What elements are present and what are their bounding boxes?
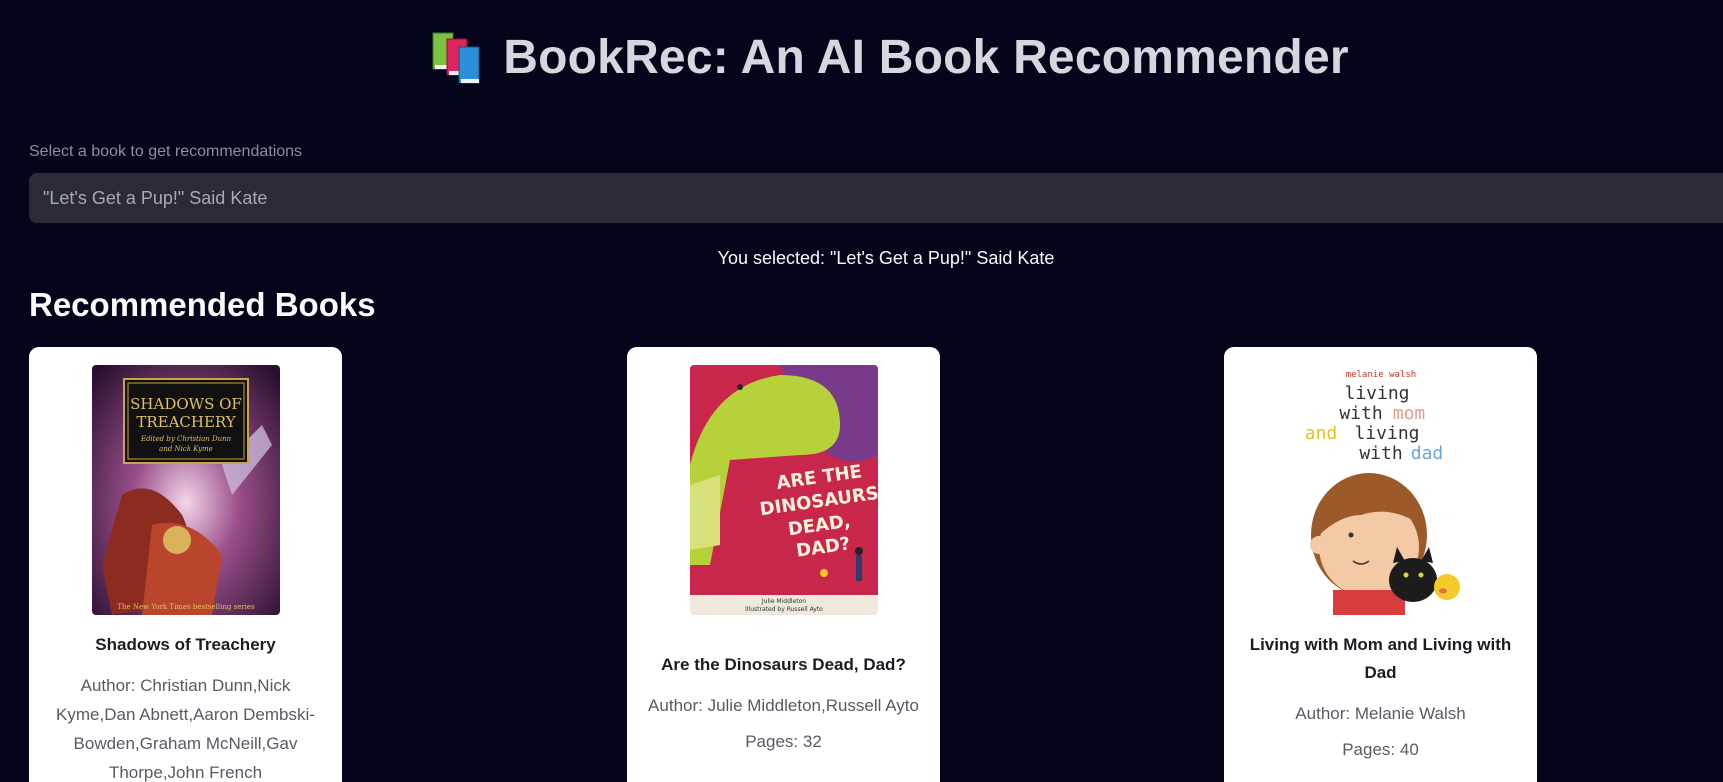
book-author: Author: Christian Dunn,Nick Kyme,Dan Abn…: [56, 676, 315, 782]
book-cover-image[interactable]: melanie walsh living with mom and living…: [1280, 365, 1481, 615]
book-pages: Pages: 40: [1342, 740, 1419, 759]
cover-line-4b: dad: [1410, 443, 1443, 464]
cover-editor-1: Edited by Christian Dunn: [139, 435, 231, 443]
cover-credit-2: Illustrated by Russell Ayto: [745, 606, 823, 613]
book-title: Living with Mom and Living with Dad: [1249, 635, 1512, 682]
cover-title-2: TREACHERY: [136, 413, 236, 431]
book-card[interactable]: melanie walsh living with mom and living…: [1224, 347, 1537, 782]
cover-banner: The New York Times bestselling series: [117, 603, 255, 611]
cover-line-1: living: [1344, 383, 1409, 404]
book-title: Shadows of Treachery: [95, 635, 276, 654]
cover-line-3a: and: [1304, 423, 1337, 444]
book-cover-image[interactable]: SHADOWS OF TREACHERY Edited by Christian…: [91, 365, 280, 615]
book-pages: Pages: 32: [745, 732, 822, 751]
cover-line-3b: living: [1354, 423, 1419, 444]
book-select[interactable]: "Let's Get a Pup!" Said Kate: [29, 173, 1723, 223]
cover-author: melanie walsh: [1345, 370, 1415, 380]
recommended-heading: Recommended Books: [29, 286, 376, 323]
book-cover-image[interactable]: ARE THE DINOSAURS DEAD, DAD? Julie Middl…: [689, 365, 878, 615]
cover-credit-1: Julie Middleton: [760, 598, 805, 605]
book-author: Author: Melanie Walsh: [1295, 704, 1466, 723]
app-page: BookRec: An AI Book Recommender Select a…: [0, 0, 1723, 782]
book-title: Are the Dinosaurs Dead, Dad?: [661, 655, 906, 674]
books-icon: [432, 32, 480, 83]
book-author: Author: Julie Middleton,Russell Ayto: [648, 696, 919, 715]
book-select-label: Select a book to get recommendations: [29, 143, 303, 160]
book-select-value: "Let's Get a Pup!" Said Kate: [43, 187, 268, 208]
cover-editor-2: and Nick Kyme: [159, 445, 213, 453]
book-card[interactable]: ARE THE DINOSAURS DEAD, DAD? Julie Middl…: [627, 347, 940, 782]
page-header: BookRec: An AI Book Recommender: [0, 30, 1723, 85]
page-title: BookRec: An AI Book Recommender: [503, 31, 1349, 84]
cover-line-4a: with: [1359, 443, 1402, 464]
book-card[interactable]: SHADOWS OF TREACHERY Edited by Christian…: [29, 347, 342, 782]
cover-title-1: SHADOWS OF: [130, 395, 242, 413]
selected-book-text: You selected: "Let's Get a Pup!" Said Ka…: [717, 248, 1055, 268]
cover-line-2b: mom: [1392, 403, 1425, 424]
cover-line-2a: with: [1339, 403, 1382, 424]
